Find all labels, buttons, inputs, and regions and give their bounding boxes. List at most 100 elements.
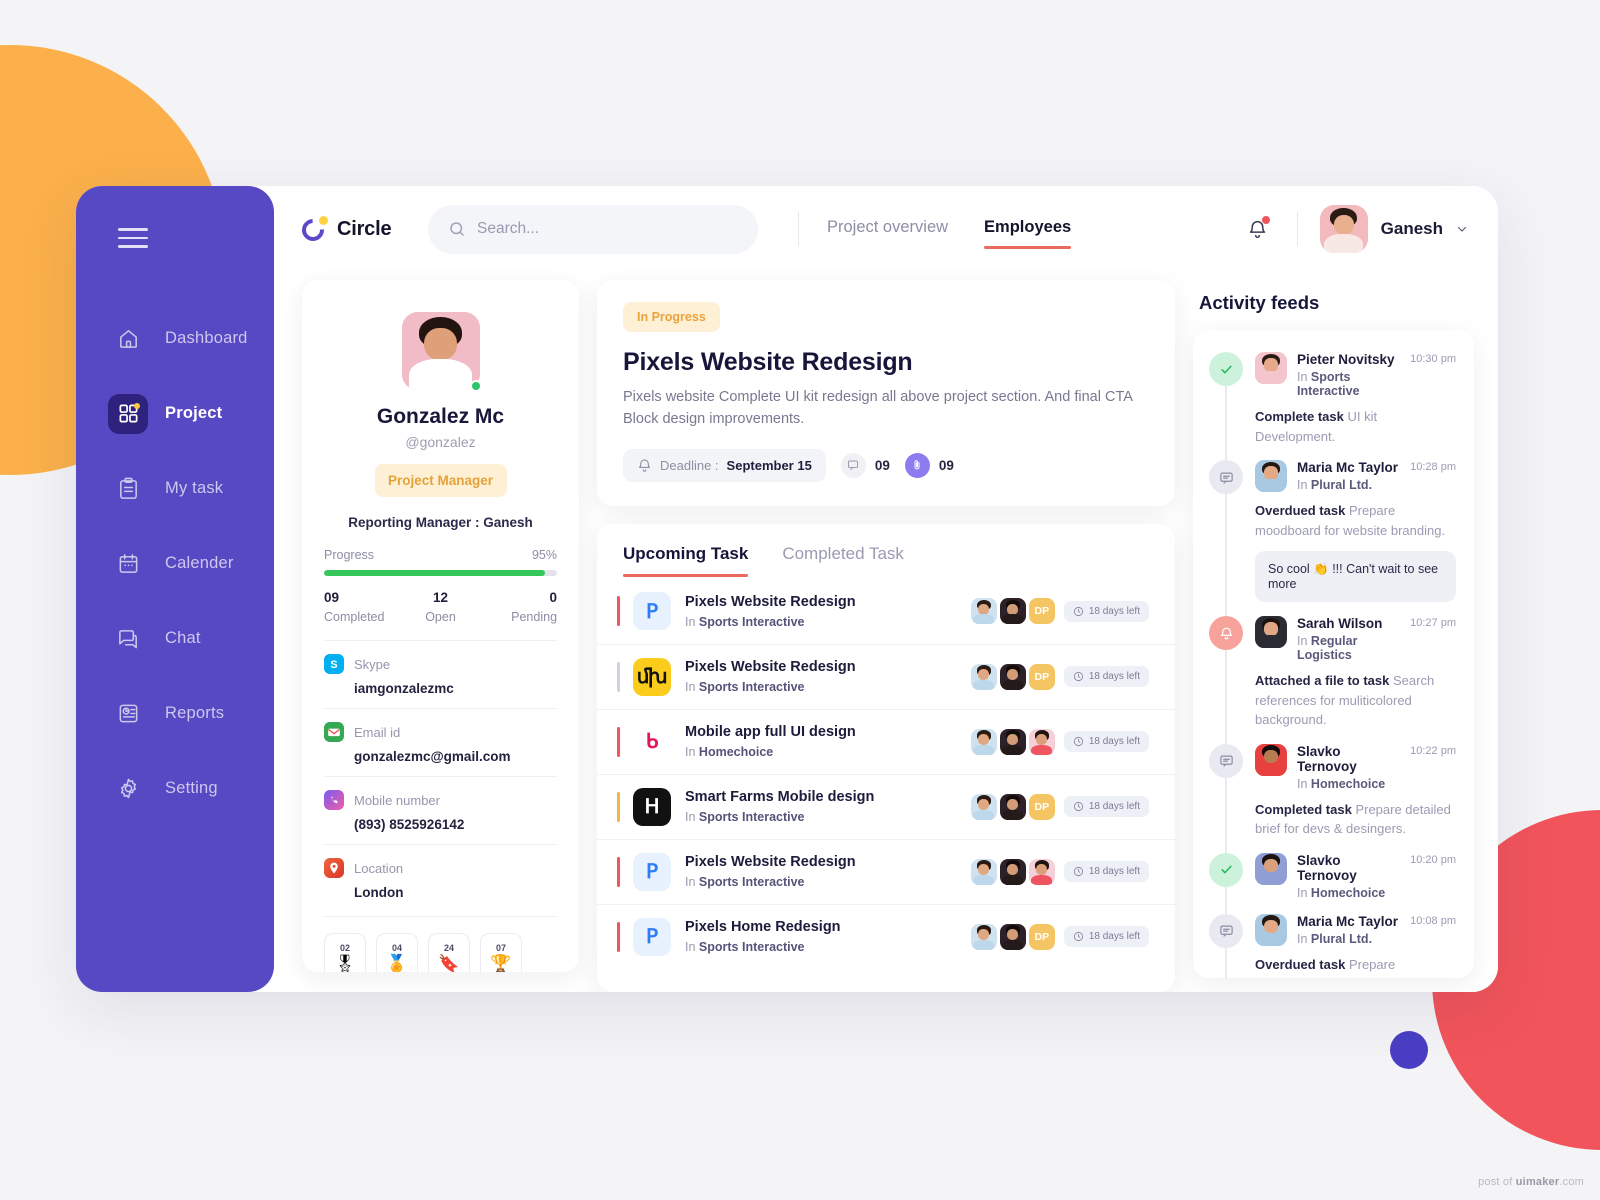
medal-badge[interactable]: 02 🎖: [324, 933, 366, 972]
phone-icon: [324, 790, 344, 810]
task-row[interactable]: ᕼ Smart Farms Mobile design In Sports Inte…: [597, 773, 1175, 839]
user-menu[interactable]: Ganesh: [1319, 205, 1468, 253]
watermark-brand: uimaker: [1515, 1176, 1560, 1188]
profile-card: Gonzalez Mc @gonzalez Project Manager Re…: [302, 280, 579, 972]
activity-message: Completed task Prepare detailed brief fo…: [1255, 801, 1451, 837]
task-row[interactable]: ꓑ Pixels Website Redesign In Sports Intera…: [597, 838, 1175, 904]
stat-label: Open: [425, 610, 456, 624]
activity-message: Attached a file to task Search reference…: [1255, 673, 1435, 727]
circle-logo-icon: [297, 214, 329, 246]
contact-row-mobile-number: Mobile number (893) 8525926142: [324, 776, 557, 844]
feed-chat-icon: [1209, 460, 1243, 494]
sidebar-item-calender[interactable]: Calender: [76, 535, 274, 593]
chevron-down-icon[interactable]: [1456, 223, 1468, 235]
bookmark-badge[interactable]: 24 🔖: [428, 933, 470, 972]
activity-message: Complete task UI kit Development.: [1255, 409, 1378, 444]
task-name: Pixels Website Redesign: [685, 593, 856, 610]
activity-timeline: Pieter Novitsky In Sports Interactive 10:3…: [1209, 352, 1456, 978]
sidebar-item-project[interactable]: Project: [76, 385, 274, 443]
tab-employees[interactable]: Employees: [984, 218, 1072, 249]
task-project-icon: ꓑ: [633, 917, 671, 956]
hamburger-menu-icon[interactable]: [118, 228, 148, 248]
task-days-left: 18 days left: [1063, 861, 1149, 883]
check-icon: [1209, 852, 1243, 887]
sidebar-item-reports[interactable]: Reports: [76, 685, 274, 743]
sidebar-item-chat[interactable]: Chat: [76, 610, 274, 668]
avatar: [999, 923, 1026, 950]
task-name: Pixels Home Redesign: [685, 919, 841, 936]
task-days-left: 18 days left: [1063, 731, 1149, 753]
contact-value: London: [354, 885, 404, 900]
trophy-badge[interactable]: 07 🏆: [480, 933, 522, 972]
progress-bar: [324, 570, 557, 576]
sidebar-item-setting[interactable]: Setting: [76, 760, 274, 818]
role-badge: Project Manager: [374, 464, 507, 497]
app-logo[interactable]: Circle: [297, 214, 414, 246]
sidebar-item-my-task[interactable]: My task: [76, 460, 274, 518]
activity-user-name: Sarah Wilson: [1297, 616, 1383, 631]
stat-label: Completed: [324, 610, 385, 624]
activity-project: In Regular Logistics: [1297, 634, 1358, 662]
task-tab-completed-task[interactable]: Completed Task: [782, 544, 904, 577]
task-row[interactable]: ꓑ Pixels Home Redesign In Sports Interacti…: [597, 903, 1175, 969]
user-name: Ganesh: [1380, 219, 1443, 238]
task-row[interactable]: ꓑ Pixels Website Redesign In Sports Intera…: [597, 579, 1175, 644]
activity-user-name: Slavko Ternovoy: [1297, 852, 1357, 883]
activity-card: Pieter Novitsky In Sports Interactive 10:3…: [1193, 330, 1474, 978]
page-title: Gonzalez Mc: [376, 405, 505, 428]
contact-value: iamgonzalezmc: [354, 681, 454, 696]
award-count: 24: [443, 942, 454, 953]
app-window: Dashboard Project My task Calender Chat Repor…: [76, 186, 1498, 992]
avatar: [999, 858, 1026, 885]
calendar-icon: [108, 544, 148, 584]
reporting-manager: Reporting Manager : Ganesh: [348, 515, 533, 530]
activity-time: 10:20 pm: [1410, 853, 1456, 866]
activity-item: Maria Mc Taylor In Plural Ltd. 10:28 pm Ove…: [1209, 460, 1456, 616]
activity-user-name: Maria Mc Taylor: [1297, 460, 1399, 475]
activity-project: In Sports Interactive: [1297, 370, 1360, 398]
activity-user-name: Maria Mc Taylor: [1297, 913, 1399, 929]
activity-time: 10:27 pm: [1410, 617, 1456, 629]
sidebar-item-label: Calender: [165, 554, 234, 572]
sidebar-item-label: Project: [165, 404, 223, 422]
content-area: Gonzalez Mc @gonzalez Project Manager Re…: [274, 272, 1498, 992]
rosette-badge[interactable]: 04 🏅: [376, 933, 418, 972]
task-members: [970, 858, 1055, 885]
chat-icon: [108, 619, 148, 659]
sidebar-item-dashboard[interactable]: Dashboard: [76, 310, 274, 368]
sidebar: Dashboard Project My task Calender Chat Repor…: [76, 186, 274, 992]
grid-icon: [108, 393, 148, 434]
stat-open: 12 Open: [402, 590, 480, 624]
task-project: In Sports Interactive: [685, 940, 805, 955]
check-icon: [1209, 352, 1243, 386]
avatar: [970, 663, 997, 690]
project-description: Pixels website Complete UI kit redesign …: [623, 389, 1133, 428]
comment-icon: [840, 452, 866, 478]
project-meta: Deadline : September 15 09 09: [623, 448, 1149, 482]
task-project-icon: ᕼ: [633, 787, 671, 826]
award-count: 07: [495, 942, 506, 953]
stat-value: 0: [549, 590, 558, 605]
report-icon: [108, 694, 148, 734]
paperclip-icon: [904, 452, 930, 478]
task-row[interactable]: ﬗ Pixels Website Redesign In Sports Intera…: [597, 643, 1175, 709]
avatar: [1255, 852, 1287, 885]
task-row[interactable]: ᑲ Mobile app full UI design In Homechoice 1…: [597, 708, 1175, 774]
tab-project-overview[interactable]: Project overview: [827, 218, 948, 249]
contact-row-location: Location London: [324, 844, 557, 912]
decor-purple-dot: [1390, 1031, 1428, 1069]
activity-item: Slavko Ternovoy In Homechoice 10:22 pm Comp…: [1209, 743, 1456, 853]
avatar: [970, 793, 997, 820]
notification-bell-icon[interactable]: [1241, 212, 1275, 246]
clock-icon: [1073, 931, 1084, 942]
awards-row: 02 🎖 04 🏅 24 🔖 07 🏆: [324, 916, 557, 972]
bell-icon: [638, 459, 651, 472]
avatar-initials: DP: [1028, 923, 1055, 950]
search-input[interactable]: [477, 220, 738, 238]
avatar: [970, 598, 997, 625]
topbar-right: Ganesh: [1241, 205, 1468, 253]
progress-value: 95%: [531, 548, 557, 562]
search-box[interactable]: [428, 204, 758, 254]
task-tab-upcoming-task[interactable]: Upcoming Task: [623, 544, 749, 577]
avatar: [1255, 616, 1287, 648]
